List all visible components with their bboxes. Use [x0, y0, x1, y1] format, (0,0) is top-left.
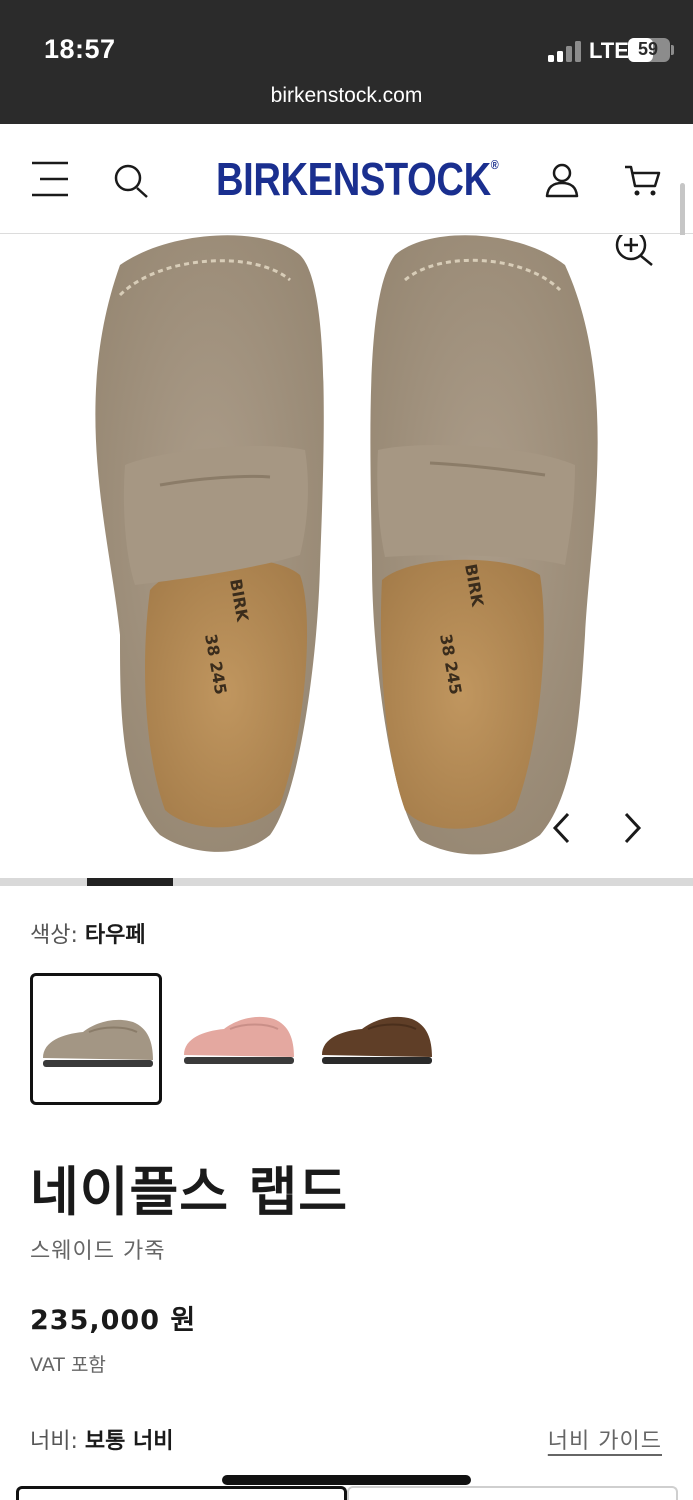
site-header: BIRKENSTOCK® [0, 124, 693, 234]
product-image-gallery[interactable]: 38 245 BIRK 38 245 BIRK [0, 235, 693, 878]
color-label: 색상: 타우페 [30, 923, 146, 948]
product-material: 스웨이드 가죽 [30, 1239, 166, 1264]
menu-icon[interactable] [30, 160, 70, 200]
zoom-in-icon[interactable] [613, 235, 657, 269]
right-shoe: 38 245 BIRK [370, 235, 598, 855]
gallery-progress-bar [0, 878, 693, 886]
search-icon[interactable] [113, 164, 151, 202]
product-price: 235,000 원 [30, 1305, 197, 1336]
battery-icon: 59 [628, 38, 670, 62]
cart-icon[interactable] [624, 164, 662, 198]
selected-width: 보통 너비 [84, 1429, 174, 1454]
status-time: 18:57 [44, 34, 116, 64]
pink-shoe-thumbnail [184, 1016, 294, 1064]
chevron-right-icon[interactable] [620, 811, 644, 845]
vat-note: VAT 포함 [30, 1354, 106, 1376]
product-title: 네이플스 랩드 [30, 1162, 349, 1223]
color-swatch-brown[interactable] [316, 973, 448, 1105]
network-label: LTE [589, 38, 629, 63]
width-option-selected[interactable] [16, 1486, 347, 1500]
width-option[interactable] [347, 1486, 678, 1500]
battery-percent: 59 [637, 39, 659, 59]
color-swatches [30, 973, 460, 1106]
chevron-left-icon[interactable] [550, 811, 574, 845]
brown-shoe-thumbnail [322, 1016, 432, 1064]
battery-cap [671, 45, 674, 55]
home-indicator[interactable] [222, 1475, 471, 1485]
color-swatch-taupe[interactable] [30, 973, 162, 1105]
color-swatch-pink[interactable] [176, 973, 308, 1105]
signal-strength-icon [548, 40, 584, 62]
width-guide-link[interactable]: 너비 가이드 [548, 1423, 662, 1455]
account-icon[interactable] [544, 162, 580, 200]
left-shoe: 38 245 BIRK [95, 235, 324, 852]
status-bar: 18:57 LTE 59 birkenstock.com [0, 0, 693, 124]
taupe-shoe-thumbnail [43, 1019, 153, 1067]
selected-color: 타우페 [84, 923, 146, 948]
gallery-progress-indicator [87, 878, 173, 886]
product-image: 38 245 BIRK 38 245 BIRK [95, 235, 598, 855]
url-bar[interactable]: birkenstock.com [0, 84, 693, 108]
width-label: 너비: 보통 너비 [30, 1429, 174, 1454]
brand-logo[interactable]: BIRKENSTOCK® [216, 152, 499, 206]
